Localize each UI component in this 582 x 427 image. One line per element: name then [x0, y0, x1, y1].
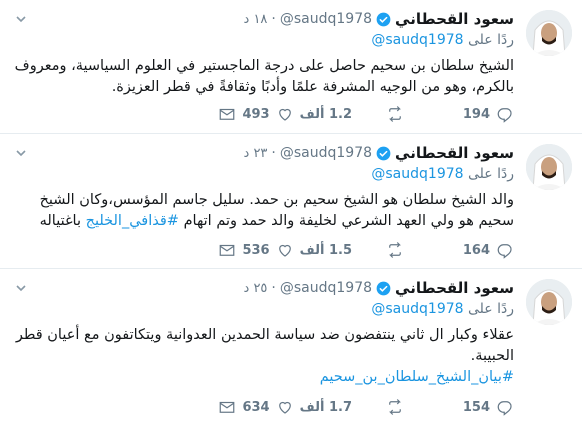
heart-icon	[278, 108, 291, 121]
tweet-text-tail: باغتياله	[39, 213, 81, 229]
tweet-header: سعود القحطاني @saudq1978 · ٢٣ د	[14, 142, 514, 164]
retweet-icon	[389, 399, 401, 415]
reply-button[interactable]: 164	[404, 241, 514, 259]
verified-badge-icon	[376, 146, 391, 161]
tweet-text: والد الشيخ سلطان هو الشيخ سحيم بن حمد. س…	[14, 190, 514, 232]
like-button[interactable]: 634	[236, 398, 294, 416]
avatar[interactable]	[526, 279, 572, 325]
separator-dot: ·	[271, 11, 276, 27]
hashtag-link[interactable]: #بيان_الشيخ_سلطان_بن_سحيم	[14, 367, 514, 388]
tweet-text: الشيخ سلطان بن سحيم حاصل على درجة الماجس…	[14, 56, 514, 98]
reply-prefix: ردًا على	[468, 301, 514, 317]
retweet-count: 1.2 ألف	[299, 106, 352, 122]
reply-count: 164	[462, 242, 490, 258]
retweet-button[interactable]	[358, 398, 404, 416]
tweet[interactable]: سعود القحطاني @saudq1978 · ١٨ د ردًا على…	[0, 0, 582, 134]
tweet-feed: سعود القحطاني @saudq1978 · ١٨ د ردًا على…	[0, 0, 582, 427]
envelope-icon	[219, 244, 234, 256]
tweet-actions: 164 1.5 ألف 536	[206, 240, 514, 260]
author-name[interactable]: سعود القحطاني	[395, 279, 514, 297]
direct-message-button[interactable]	[206, 105, 236, 123]
author-name[interactable]: سعود القحطاني	[395, 10, 514, 28]
tweet-timestamp[interactable]: ١٨ د	[244, 12, 268, 27]
retweet-count: 1.7 ألف	[299, 399, 352, 415]
author-handle[interactable]: @saudq1978	[280, 11, 372, 27]
reply-button[interactable]: 154	[404, 398, 514, 416]
tweet-actions: 154 1.7 ألف 634	[206, 397, 514, 417]
tweet-content: سعود القحطاني @saudq1978 · ١٨ د ردًا على…	[14, 8, 514, 98]
separator-dot: ·	[271, 280, 276, 296]
reply-icon	[497, 244, 512, 259]
retweet-icon	[389, 106, 401, 122]
reply-icon	[497, 401, 512, 416]
retweet-button[interactable]	[358, 241, 404, 259]
tweet-content: سعود القحطاني @saudq1978 · ٢٥ د ردًا على…	[14, 277, 514, 388]
envelope-icon	[219, 401, 234, 413]
reply-handle-link[interactable]: @saudq1978	[371, 32, 463, 48]
tweet-header: سعود القحطاني @saudq1978 · ٢٥ د	[14, 277, 514, 299]
tweet-header: سعود القحطاني @saudq1978 · ١٨ د	[14, 8, 514, 30]
chevron-down-icon[interactable]	[14, 11, 28, 25]
tweet-timestamp[interactable]: ٢٥ د	[244, 281, 268, 296]
tweet-text: عقلاء وكبار ال ثاني ينتفضون ضد سياسة الح…	[14, 325, 514, 388]
like-count: 634	[242, 399, 270, 415]
retweet-icon	[389, 242, 401, 258]
author-name[interactable]: سعود القحطاني	[395, 144, 514, 162]
tweet[interactable]: سعود القحطاني @saudq1978 · ٢٣ د ردًا على…	[0, 134, 582, 269]
author-handle[interactable]: @saudq1978	[280, 145, 372, 161]
tweet-content: سعود القحطاني @saudq1978 · ٢٣ د ردًا على…	[14, 142, 514, 232]
tweet-timestamp[interactable]: ٢٣ د	[244, 146, 268, 161]
avatar[interactable]	[526, 10, 572, 56]
hashtag-link[interactable]: #قذافي_الخليج	[86, 213, 179, 229]
retweet-count: 1.5 ألف	[299, 242, 352, 258]
reply-count: 154	[462, 399, 490, 415]
like-count: 536	[242, 242, 270, 258]
like-count: 493	[242, 106, 270, 122]
direct-message-button[interactable]	[206, 398, 236, 416]
reply-icon	[497, 108, 512, 123]
retweet-button[interactable]	[358, 105, 404, 123]
avatar[interactable]	[526, 144, 572, 190]
reply-handle-link[interactable]: @saudq1978	[371, 301, 463, 317]
chevron-down-icon[interactable]	[14, 145, 28, 159]
envelope-icon	[219, 108, 234, 120]
reply-context: ردًا على @saudq1978	[14, 301, 514, 321]
reply-button[interactable]: 194	[404, 105, 514, 123]
separator-dot: ·	[271, 145, 276, 161]
author-handle[interactable]: @saudq1978	[280, 280, 372, 296]
heart-icon	[278, 244, 291, 257]
verified-badge-icon	[376, 281, 391, 296]
reply-prefix: ردًا على	[468, 166, 514, 182]
heart-icon	[278, 401, 291, 414]
like-button[interactable]: 536	[236, 241, 294, 259]
tweet-actions: 194 1.2 ألف 493	[206, 104, 514, 124]
tweet-text-body: عقلاء وكبار ال ثاني ينتفضون ضد سياسة الح…	[15, 327, 514, 364]
reply-context: ردًا على @saudq1978	[14, 166, 514, 186]
reply-handle-link[interactable]: @saudq1978	[371, 166, 463, 182]
tweet-text-body: الشيخ سلطان بن سحيم حاصل على درجة الماجس…	[14, 58, 514, 95]
chevron-down-icon[interactable]	[14, 280, 28, 294]
like-button[interactable]: 493	[236, 105, 294, 123]
direct-message-button[interactable]	[206, 241, 236, 259]
tweet[interactable]: سعود القحطاني @saudq1978 · ٢٥ د ردًا على…	[0, 269, 582, 427]
reply-count: 194	[462, 106, 490, 122]
verified-badge-icon	[376, 12, 391, 27]
reply-prefix: ردًا على	[468, 32, 514, 48]
reply-context: ردًا على @saudq1978	[14, 32, 514, 52]
